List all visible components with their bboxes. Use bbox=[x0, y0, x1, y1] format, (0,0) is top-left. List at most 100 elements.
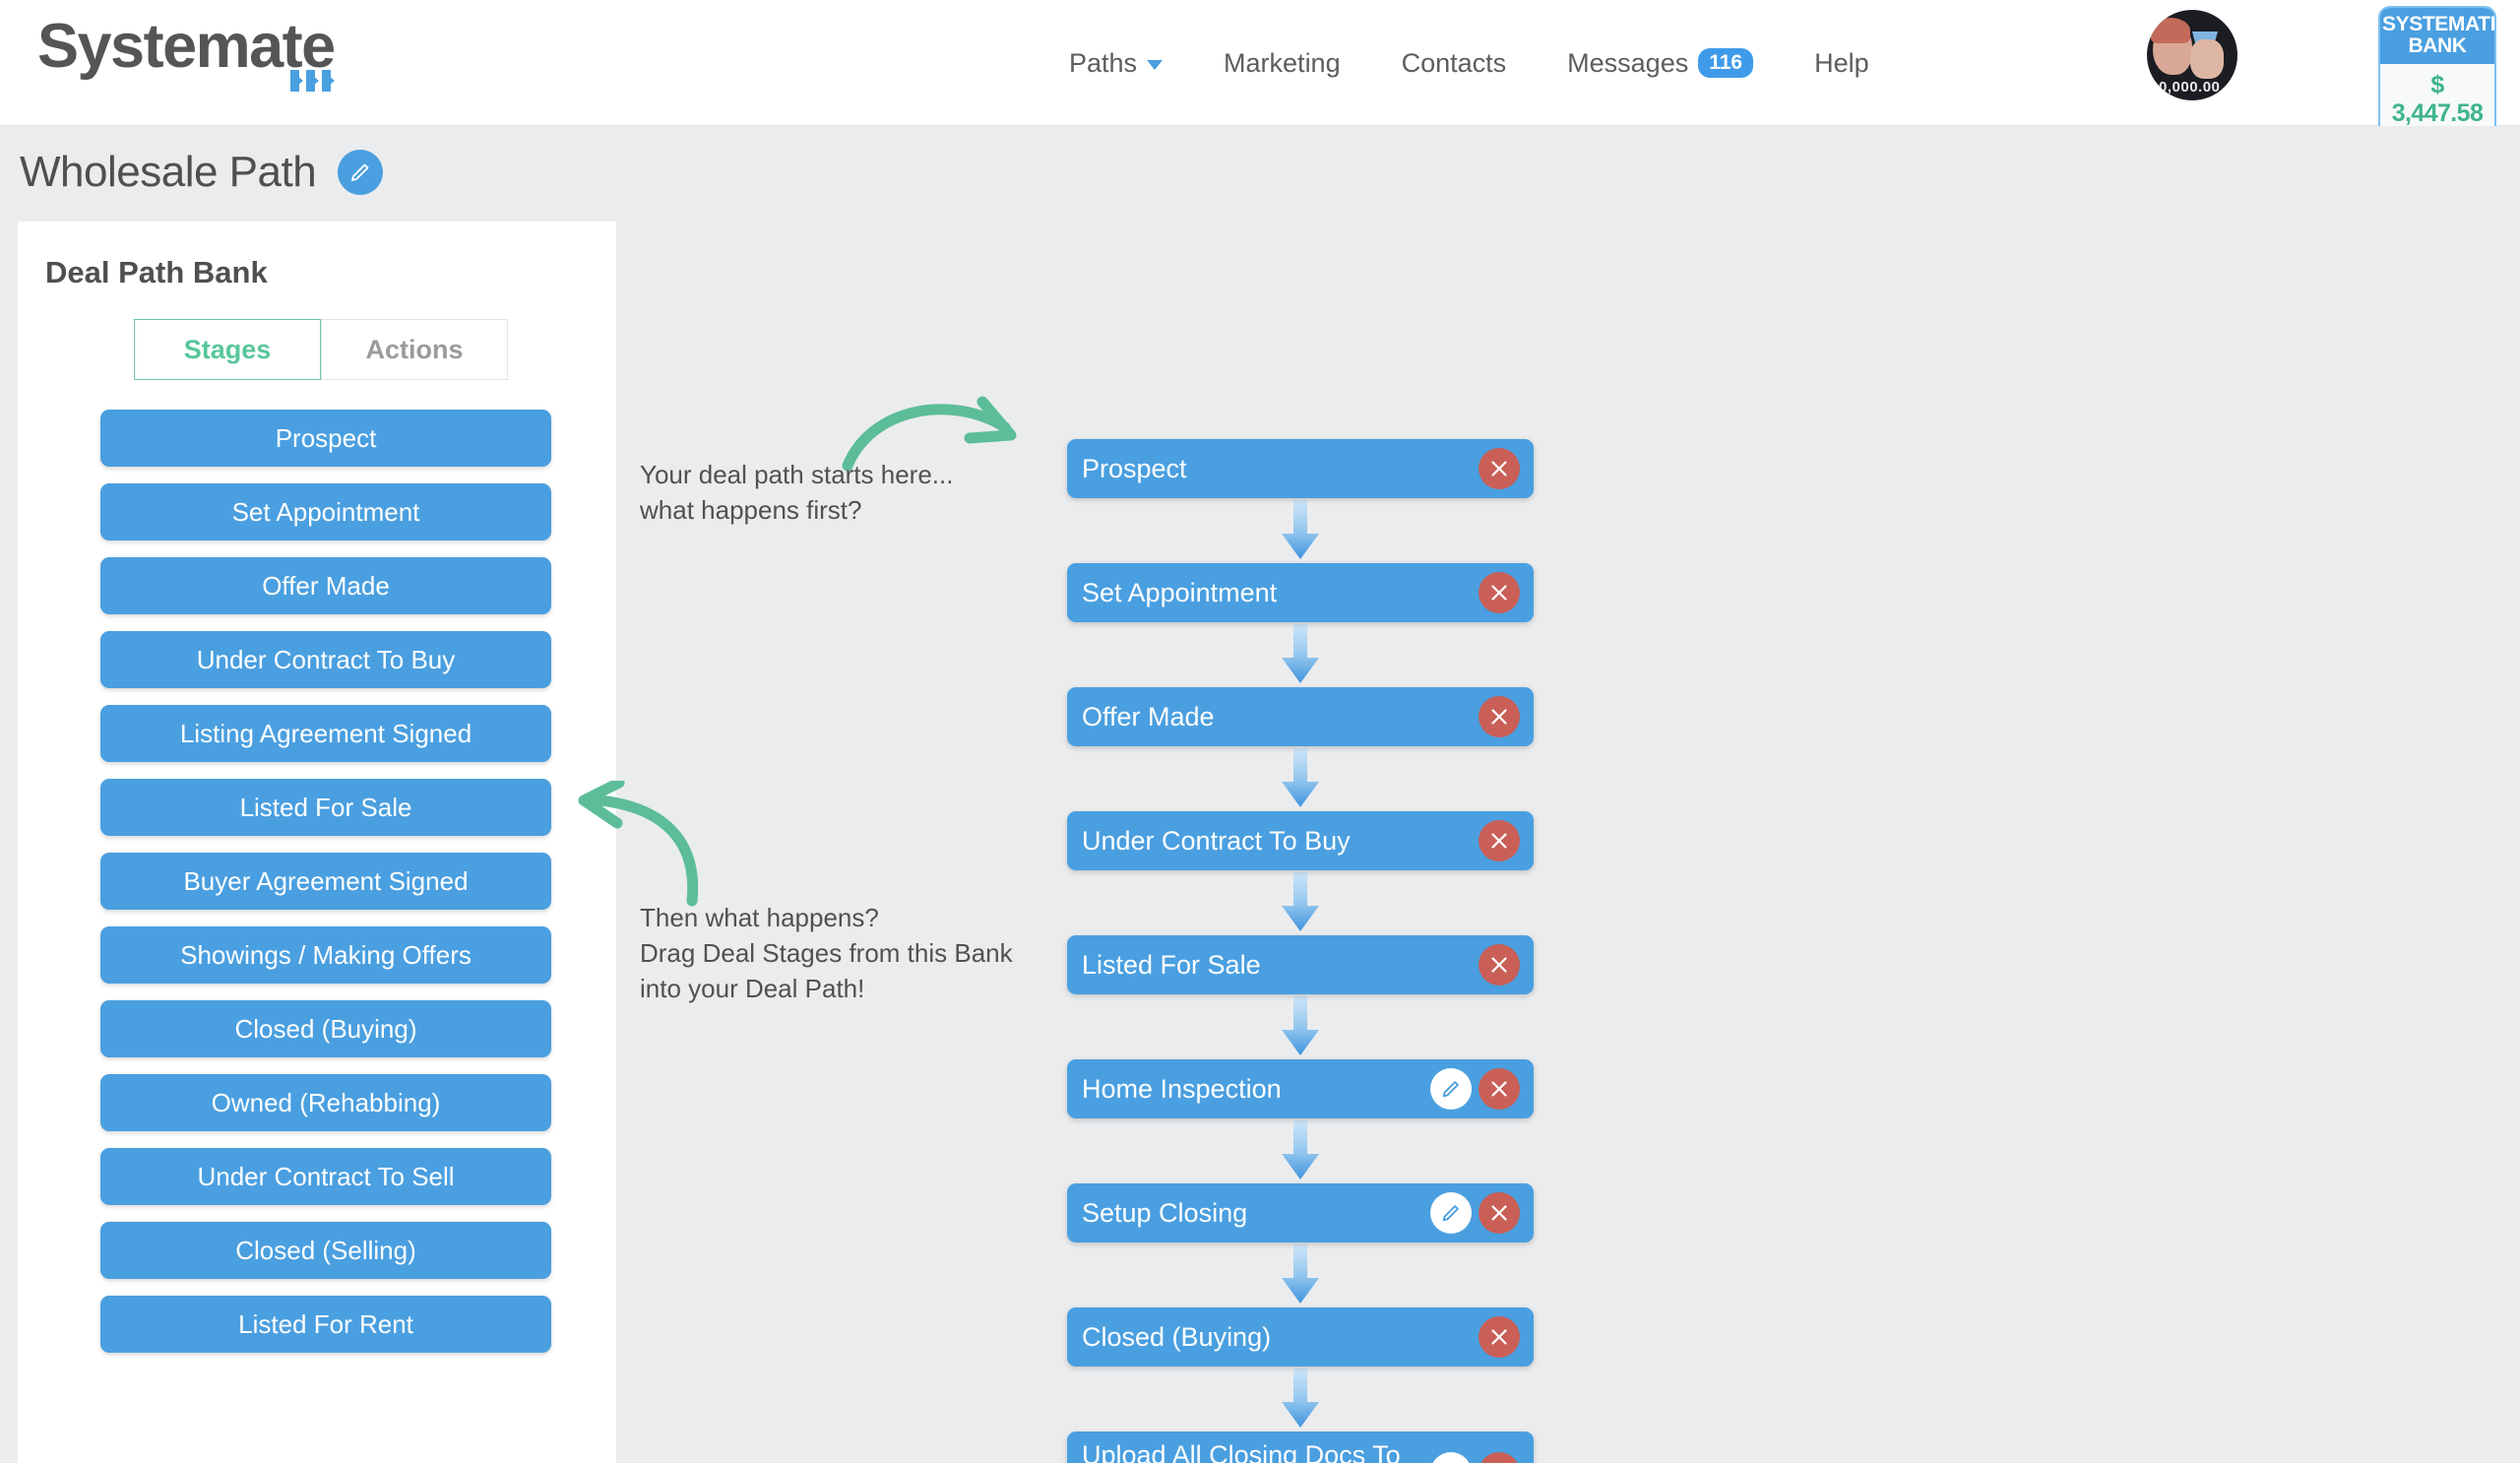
stage-bank-item[interactable]: Listing Agreement Signed bbox=[100, 705, 551, 762]
flow-node[interactable]: Prospect bbox=[1067, 439, 1534, 498]
flow-node-actions bbox=[1479, 820, 1520, 861]
flow-node-actions bbox=[1479, 696, 1520, 737]
page-body: Wholesale Path Deal Path Bank Stages Act… bbox=[0, 126, 2520, 1463]
flow-node-label: Closed (Buying) bbox=[1082, 1321, 1272, 1352]
stage-bank-item-label: Listed For Sale bbox=[239, 792, 412, 822]
annotation-drag-text: Then what happens? Drag Deal Stages from… bbox=[640, 903, 1013, 1003]
top-header: Systemate Paths Marketing Contacts Messa… bbox=[0, 0, 2520, 140]
flow-node-actions bbox=[1479, 944, 1520, 986]
stage-bank-item[interactable]: Closed (Buying) bbox=[100, 1000, 551, 1057]
nav-item-help[interactable]: Help bbox=[1784, 48, 1900, 79]
flow-node-actions bbox=[1430, 1451, 1520, 1463]
flow-node[interactable]: Home Inspection bbox=[1067, 1059, 1534, 1118]
close-icon bbox=[1491, 461, 1507, 477]
tab-actions-label: Actions bbox=[365, 334, 464, 364]
stage-bank-item-label: Showings / Making Offers bbox=[180, 939, 472, 970]
stage-bank-item-label: Buyer Agreement Signed bbox=[183, 865, 469, 896]
stage-bank-item-label: Listed For Rent bbox=[238, 1308, 413, 1339]
flow-node-actions bbox=[1479, 572, 1520, 613]
flow-connector bbox=[1067, 870, 1534, 935]
flow-node[interactable]: Setup Closing bbox=[1067, 1183, 1534, 1242]
sidebar-title: Deal Path Bank bbox=[45, 255, 268, 289]
stage-bank-item[interactable]: Under Contract To Sell bbox=[100, 1148, 551, 1205]
flow-connector bbox=[1067, 1242, 1534, 1307]
flow-node[interactable]: Listed For Sale bbox=[1067, 935, 1534, 994]
flow-node-label: Under Contract To Buy bbox=[1082, 825, 1351, 856]
remove-stage-button[interactable] bbox=[1479, 1316, 1520, 1358]
user-avatar[interactable]: 0,000.00 bbox=[2147, 10, 2237, 100]
stage-bank-item[interactable]: Owned (Rehabbing) bbox=[100, 1074, 551, 1131]
close-icon bbox=[1491, 709, 1507, 725]
page-title-row: Wholesale Path bbox=[20, 148, 384, 197]
flow-node-label: Set Appointment bbox=[1082, 577, 1278, 607]
main-navigation: Paths Marketing Contacts Messages 116 He… bbox=[1039, 0, 1900, 126]
flow-node[interactable]: Upload All Closing Docs To Systemate bbox=[1067, 1431, 1534, 1463]
systemate-bank-widget[interactable]: SYSTEMATE BANK $ 3,447.58 bbox=[2378, 6, 2496, 140]
stage-bank-item[interactable]: Showings / Making Offers bbox=[100, 926, 551, 984]
stage-bank-item-label: Under Contract To Buy bbox=[196, 644, 456, 674]
stage-bank-item-label: Closed (Buying) bbox=[234, 1013, 417, 1044]
remove-stage-button[interactable] bbox=[1479, 572, 1520, 613]
flow-node[interactable]: Closed (Buying) bbox=[1067, 1307, 1534, 1367]
deal-path-bank-panel: Deal Path Bank Stages Actions Prospect Se… bbox=[18, 222, 616, 1463]
flow-node[interactable]: Offer Made bbox=[1067, 687, 1534, 746]
flow-node-label: Offer Made bbox=[1082, 701, 1215, 732]
curved-arrow-left-icon bbox=[578, 781, 699, 907]
flow-connector bbox=[1067, 994, 1534, 1059]
stage-bank-item[interactable]: Offer Made bbox=[100, 557, 551, 614]
stage-bank-item-label: Closed (Selling) bbox=[235, 1235, 416, 1265]
flow-node[interactable]: Under Contract To Buy bbox=[1067, 811, 1534, 870]
stage-bank-item-label: Set Appointment bbox=[231, 496, 420, 527]
pencil-icon bbox=[1442, 1081, 1459, 1098]
remove-stage-button[interactable] bbox=[1479, 1068, 1520, 1110]
flow-node[interactable]: Set Appointment bbox=[1067, 563, 1534, 622]
arrow-down-icon bbox=[1282, 500, 1319, 559]
edit-stage-button[interactable] bbox=[1430, 1068, 1472, 1110]
annotation-start-text: Your deal path starts here... what happe… bbox=[640, 460, 954, 525]
avatar-shirt-text: 0,000.00 bbox=[2159, 79, 2221, 95]
tab-stages[interactable]: Stages bbox=[134, 319, 321, 380]
nav-label-contacts: Contacts bbox=[1401, 47, 1507, 78]
nav-item-messages[interactable]: Messages 116 bbox=[1537, 48, 1784, 79]
edit-stage-button[interactable] bbox=[1430, 1192, 1472, 1234]
remove-stage-button[interactable] bbox=[1479, 944, 1520, 986]
stage-bank-item[interactable]: Listed For Sale bbox=[100, 779, 551, 836]
flow-node-actions bbox=[1430, 1068, 1520, 1110]
arrow-down-icon bbox=[1282, 624, 1319, 683]
stage-bank-item[interactable]: Under Contract To Buy bbox=[100, 631, 551, 688]
app-logo[interactable]: Systemate bbox=[37, 12, 336, 92]
remove-stage-button[interactable] bbox=[1479, 696, 1520, 737]
tab-actions[interactable]: Actions bbox=[321, 319, 508, 380]
nav-item-paths[interactable]: Paths bbox=[1039, 48, 1193, 79]
close-icon bbox=[1491, 957, 1507, 973]
arrow-down-icon bbox=[1282, 1368, 1319, 1428]
remove-stage-button[interactable] bbox=[1479, 1192, 1520, 1234]
stage-bank-item[interactable]: Listed For Rent bbox=[100, 1296, 551, 1353]
close-icon bbox=[1491, 1205, 1507, 1221]
flow-node-label: Listed For Sale bbox=[1082, 949, 1261, 980]
stage-bank-item[interactable]: Buyer Agreement Signed bbox=[100, 853, 551, 910]
nav-item-contacts[interactable]: Contacts bbox=[1371, 48, 1538, 79]
remove-stage-button[interactable] bbox=[1479, 820, 1520, 861]
stage-bank-item[interactable]: Closed (Selling) bbox=[100, 1222, 551, 1279]
logo-text: Systemate bbox=[37, 12, 336, 81]
close-icon bbox=[1491, 833, 1507, 849]
edit-path-name-button[interactable] bbox=[338, 150, 384, 195]
bank-title-line-1: SYSTEMATE bbox=[2382, 13, 2496, 35]
stage-bank-item-label: Offer Made bbox=[262, 570, 390, 601]
arrow-down-icon bbox=[1282, 872, 1319, 931]
stage-bank-item[interactable]: Set Appointment bbox=[100, 483, 551, 541]
avatar-hair-shape bbox=[2151, 18, 2190, 43]
edit-stage-button[interactable] bbox=[1430, 1451, 1472, 1463]
flow-node-label: Home Inspection bbox=[1082, 1073, 1282, 1104]
pencil-icon bbox=[1442, 1205, 1459, 1222]
remove-stage-button[interactable] bbox=[1479, 448, 1520, 489]
nav-item-marketing[interactable]: Marketing bbox=[1193, 48, 1371, 79]
tab-stages-label: Stages bbox=[183, 334, 272, 364]
stage-bank-item-label: Prospect bbox=[275, 422, 377, 453]
nav-label-paths: Paths bbox=[1069, 47, 1138, 78]
remove-stage-button[interactable] bbox=[1479, 1451, 1520, 1463]
stage-bank-item[interactable]: Prospect bbox=[100, 410, 551, 467]
flow-connector bbox=[1067, 1367, 1534, 1431]
logo-chevrons-icon bbox=[289, 70, 335, 92]
